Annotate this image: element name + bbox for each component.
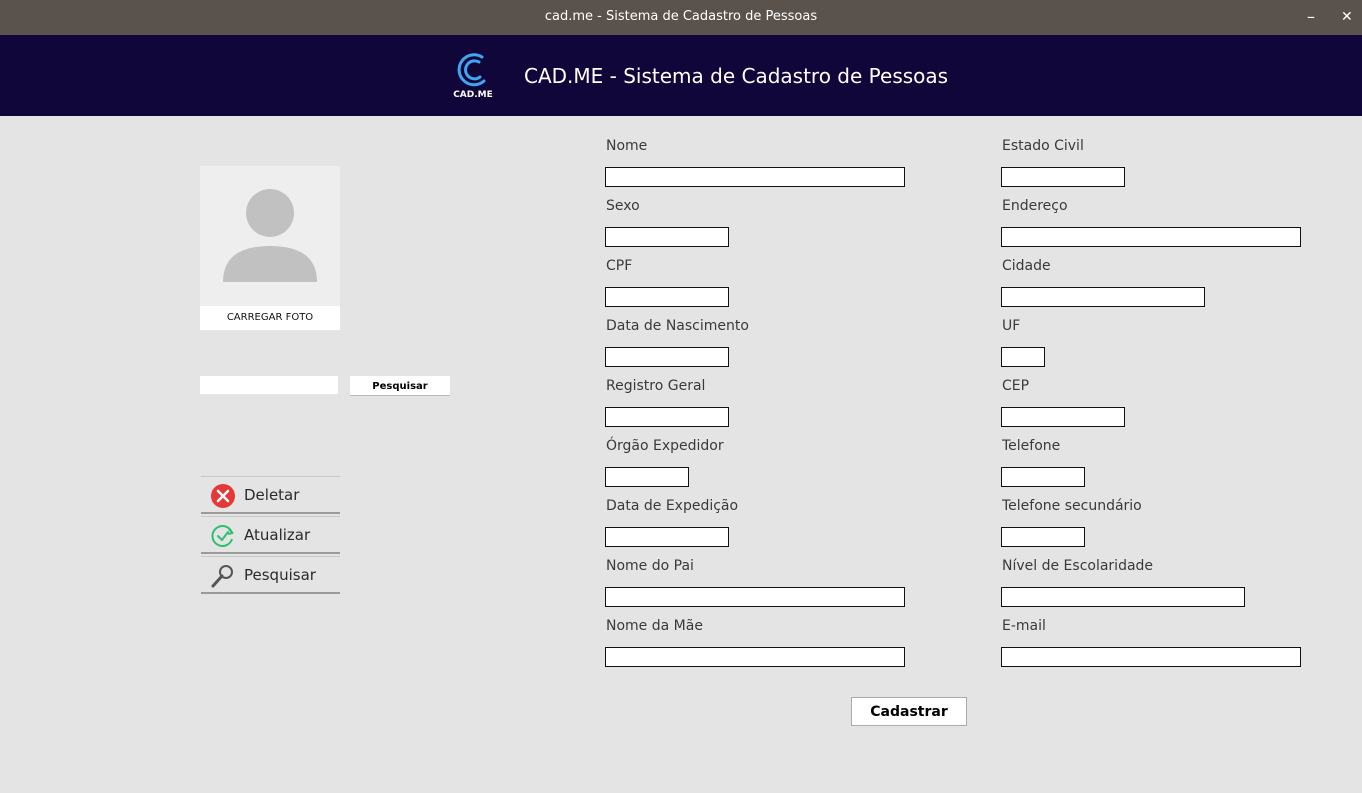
update-label: Atualizar [244, 526, 311, 544]
window-titlebar: cad.me - Sistema de Cadastro de Pessoas … [0, 0, 1362, 35]
search-action-label: Pesquisar [244, 566, 316, 584]
issue-date-label: Data de Expedição [606, 498, 739, 514]
phone-field[interactable] [1001, 467, 1085, 487]
delete-button[interactable]: Deletar [201, 476, 340, 514]
person-icon [223, 189, 317, 282]
upload-photo-label[interactable]: CARREGAR FOTO [200, 312, 340, 323]
close-button[interactable]: ✕ [1341, 9, 1353, 25]
window-title: cad.me - Sistema de Cadastro de Pessoas [544, 9, 818, 24]
secondary-phone-field[interactable] [1001, 527, 1085, 547]
email-label: E-mail [1002, 618, 1046, 634]
sex-field[interactable] [605, 227, 729, 247]
state-field[interactable] [1001, 347, 1045, 367]
search-icon [211, 565, 233, 588]
secondary-phone-label: Telefone secundário [1002, 498, 1142, 514]
email-field[interactable] [1001, 647, 1301, 667]
marital-status-label: Estado Civil [1002, 138, 1084, 154]
marital-status-field[interactable] [1001, 167, 1125, 187]
avatar-placeholder [200, 166, 340, 306]
issue-date-field[interactable] [605, 527, 729, 547]
update-button[interactable]: Atualizar [201, 516, 340, 554]
zip-label: CEP [1002, 378, 1030, 394]
refresh-icon [211, 525, 234, 547]
rg-label: Registro Geral [606, 378, 706, 394]
name-field[interactable] [605, 167, 905, 187]
phone-label: Telefone [1002, 438, 1061, 454]
app-header: CAD.ME CAD.ME - Sistema de Cadastro de P… [0, 35, 1362, 116]
register-button[interactable]: Cadastrar [851, 697, 967, 726]
issuer-label: Órgão Expedidor [606, 438, 724, 454]
sex-label: Sexo [606, 198, 640, 214]
search-input[interactable] [200, 376, 338, 394]
address-field[interactable] [1001, 227, 1301, 247]
birthdate-field[interactable] [605, 347, 729, 367]
delete-icon [211, 484, 235, 508]
logo-text: CAD.ME [453, 90, 493, 100]
city-field[interactable] [1001, 287, 1205, 307]
address-label: Endereço [1002, 198, 1068, 214]
mother-name-field[interactable] [605, 647, 905, 667]
father-name-label: Nome do Pai [606, 558, 694, 574]
city-label: Cidade [1002, 258, 1051, 274]
father-name-field[interactable] [605, 587, 905, 607]
name-label: Nome [606, 138, 648, 154]
rg-field[interactable] [605, 407, 729, 427]
search-button[interactable]: Pesquisar [350, 376, 450, 396]
delete-label: Deletar [244, 486, 300, 504]
education-label: Nível de Escolaridade [1002, 558, 1154, 574]
issuer-field[interactable] [605, 467, 689, 487]
cpf-label: CPF [606, 258, 633, 274]
state-label: UF [1002, 318, 1021, 334]
minimize-button[interactable]: – [1307, 7, 1315, 26]
mother-name-label: Nome da Mãe [606, 618, 703, 634]
photo-upload[interactable]: CARREGAR FOTO [200, 166, 340, 330]
cpf-field[interactable] [605, 287, 729, 307]
search-action-button[interactable]: Pesquisar [201, 556, 340, 594]
education-field[interactable] [1001, 587, 1245, 607]
page-title: CAD.ME - Sistema de Cadastro de Pessoas [524, 64, 949, 88]
birthdate-label: Data de Nascimento [606, 318, 749, 334]
zip-field[interactable] [1001, 407, 1125, 427]
